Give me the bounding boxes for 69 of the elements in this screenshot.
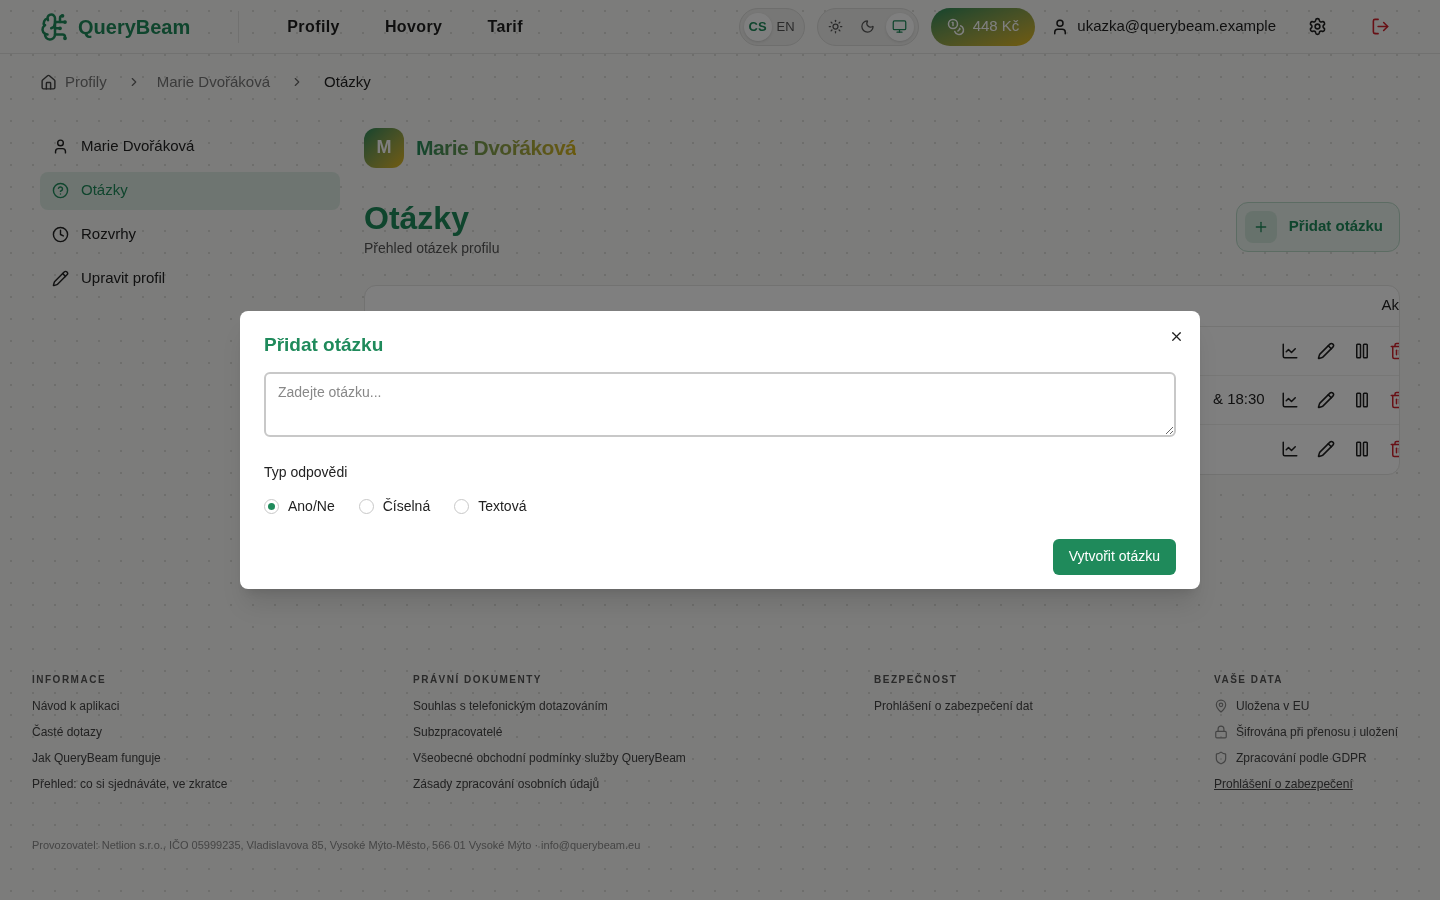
pause-icon[interactable] [1353,440,1371,458]
footer-heading: BEZPEČNOST [874,672,959,687]
brand-name: QueryBeam [78,14,191,40]
sidebar-item[interactable]: Marie Dvořáková [40,127,340,166]
create-question-button[interactable]: Vytvořit otázku [1052,538,1176,575]
table-cell-text: & 18:30 [1213,389,1265,410]
footer-link[interactable]: Zásady zpracování osobních údajů [413,775,600,793]
clock-icon [52,226,69,243]
lock-icon [1214,725,1228,739]
nav-link[interactable]: Profily [287,14,340,39]
nav-link[interactable]: Tarif [487,14,523,39]
location-icon [1214,699,1228,713]
pencil-icon[interactable] [1317,390,1335,409]
chart-icon[interactable] [1281,341,1299,360]
shield-icon [1214,751,1228,765]
footer-link[interactable]: Časté dotazy [32,723,103,741]
sun-icon [828,19,844,34]
footer-link[interactable]: Souhlas s telefonickým dotazováním [413,697,608,715]
user-email: ukazka@querybeam.example [1077,16,1276,37]
pencil-icon[interactable] [1317,440,1335,458]
footer-link[interactable]: Prohlášení o zabezpečení dat [874,697,1033,715]
footer-link[interactable]: Šifrována při přenosu i uložení [1236,723,1399,741]
breadcrumb-link[interactable]: Marie Dvořáková [156,71,271,94]
sidebar-item[interactable]: Otázky [40,171,340,210]
footer-link[interactable]: Přehled: co si sjednáváte, ve zkratce [32,775,228,793]
pause-icon[interactable] [1353,341,1371,360]
footer-heading: VAŠE DATA [1214,672,1285,687]
moon-icon [860,19,876,34]
credit-badge[interactable]: 448 Kč [930,7,1036,46]
brain-logo-icon [40,11,70,42]
person-icon [52,138,69,155]
dialog-title: Přidat otázku [264,333,385,357]
monitor-icon [892,19,908,34]
answer-type-radio[interactable]: Číselná [358,495,431,517]
answer-type-label: Typ odpovědi [264,462,348,482]
chart-icon[interactable] [1281,440,1299,458]
sidebar-item[interactable]: Rozvrhy [40,215,340,254]
footer-link[interactable]: Uložena v EU [1236,697,1310,715]
pause-icon[interactable] [1353,390,1371,409]
home-icon[interactable] [40,73,57,91]
sidebar-item[interactable]: Upravit profil [40,259,340,298]
nav-link[interactable]: Hovory [384,14,443,39]
footer-link[interactable]: Zpracování podle GDPR [1236,749,1367,767]
answer-type-radio[interactable]: Ano/Ne [264,495,335,517]
pencil-icon [52,270,69,287]
chart-icon[interactable] [1281,390,1299,409]
pencil-icon[interactable] [1317,341,1335,360]
footer-link[interactable]: Všeobecné obchodní podmínky služby QueryBeam [413,749,686,767]
column-header: Ak [1381,295,1399,316]
language-option[interactable]: CS [743,12,772,41]
footer-heading: INFORMACE [32,673,108,687]
page-subtitle: Přehled otázek profilu [364,238,500,258]
footer-link[interactable]: Návod k aplikaci [32,697,120,715]
logout-icon[interactable] [1371,17,1390,36]
profile-avatar: M [364,127,404,168]
system-theme-button[interactable] [885,12,914,41]
language-option[interactable]: EN [771,12,800,41]
answer-type-radio[interactable]: Textová [454,495,527,517]
footer-link[interactable]: Subzpracovatelé [413,723,503,741]
footer-heading: PRÁVNÍ DOKUMENTY [413,672,543,687]
footer-link[interactable]: Jak QueryBeam funguje [32,749,161,767]
question-field[interactable]: Zadejte otázku... [264,371,1176,437]
question-icon [52,182,69,199]
settings-icon[interactable] [1308,17,1327,36]
breadcrumb-link[interactable]: Otázky [324,71,371,94]
breadcrumb-link[interactable]: Profily [65,71,107,94]
add-question-button[interactable]: Přidat otázku [1235,201,1400,252]
page-title: Otázky [364,198,470,238]
footer-link[interactable]: Prohlášení o zabezpečení [1214,775,1353,793]
